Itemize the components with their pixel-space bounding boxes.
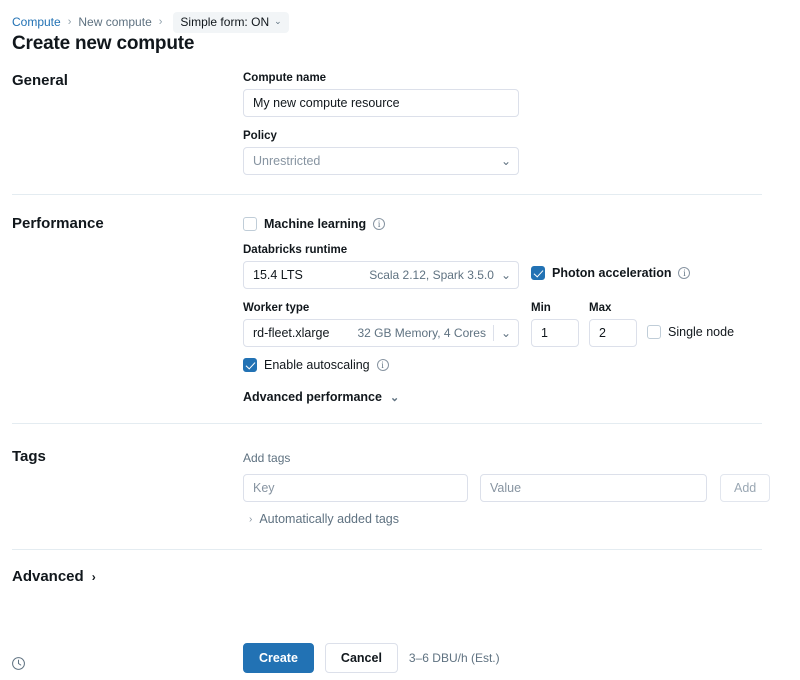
enable-autoscaling-label: Enable autoscaling [264, 358, 370, 372]
create-compute-page: Compute › New compute › Simple form: ON … [0, 0, 800, 680]
dbu-estimate: 3–6 DBU/h (Est.) [409, 651, 500, 665]
tag-value-input[interactable] [480, 474, 707, 502]
clock-icon [11, 656, 26, 671]
worker-type-label: Worker type [243, 302, 519, 314]
create-button[interactable]: Create [243, 643, 314, 673]
add-tags-label: Add tags [243, 451, 290, 465]
min-workers-label: Min [531, 302, 579, 314]
chevron-down-icon: ⌄ [501, 326, 511, 340]
enable-autoscaling-checkbox[interactable] [243, 358, 257, 372]
photon-acceleration-row: Photon acceleration i [531, 266, 690, 280]
section-title-tags: Tags [12, 448, 46, 465]
policy-label: Policy [243, 130, 519, 142]
footer-actions: Create Cancel 3–6 DBU/h (Est.) [243, 643, 500, 673]
divider-performance [12, 423, 762, 424]
worker-type-select[interactable]: rd-fleet.xlarge 32 GB Memory, 4 Cores ⌄ [243, 319, 519, 347]
single-node-label: Single node [668, 325, 734, 339]
cancel-button[interactable]: Cancel [325, 643, 398, 673]
machine-learning-checkbox[interactable] [243, 217, 257, 231]
simple-form-toggle[interactable]: Simple form: ON ⌄ [173, 12, 288, 33]
select-divider [493, 325, 494, 341]
chevron-down-icon: ⌄ [274, 16, 282, 27]
chevron-down-icon: ⌄ [390, 391, 399, 404]
compute-name-label: Compute name [243, 72, 519, 84]
info-icon[interactable]: i [373, 218, 385, 230]
chevron-down-icon: ⌄ [501, 154, 511, 168]
databricks-runtime-meta: Scala 2.12, Spark 3.5.0 [369, 268, 501, 282]
databricks-runtime-field: Databricks runtime 15.4 LTS Scala 2.12, … [243, 244, 519, 289]
breadcrumb-separator-1: › [68, 17, 72, 28]
history-clock-button[interactable] [0, 646, 36, 680]
simple-form-toggle-label: Simple form: ON [180, 15, 269, 29]
max-workers-input[interactable] [589, 319, 637, 347]
advanced-section-toggle[interactable]: Advanced › [12, 568, 96, 585]
compute-name-input[interactable] [243, 89, 519, 117]
min-workers-input[interactable] [531, 319, 579, 347]
section-title-performance: Performance [12, 215, 104, 232]
policy-field: Policy Unrestricted ⌄ [243, 130, 519, 175]
min-workers-field: Min [531, 302, 579, 347]
compute-name-field: Compute name [243, 72, 519, 117]
section-title-general: General [12, 72, 68, 89]
policy-select[interactable]: Unrestricted ⌄ [243, 147, 519, 175]
divider-general [12, 194, 762, 195]
worker-type-value: rd-fleet.xlarge [253, 326, 329, 340]
breadcrumb-item-new-compute[interactable]: New compute [78, 15, 151, 29]
worker-type-meta: 32 GB Memory, 4 Cores [357, 326, 492, 340]
chevron-right-icon: › [92, 570, 96, 584]
advanced-performance-label: Advanced performance [243, 390, 382, 404]
machine-learning-row: Machine learning i [243, 217, 385, 231]
info-icon[interactable]: i [377, 359, 389, 371]
databricks-runtime-select[interactable]: 15.4 LTS Scala 2.12, Spark 3.5.0 ⌄ [243, 261, 519, 289]
policy-select-value: Unrestricted [253, 154, 320, 168]
databricks-runtime-value: 15.4 LTS [253, 268, 303, 282]
databricks-runtime-label: Databricks runtime [243, 244, 519, 256]
add-tag-button[interactable]: Add [720, 474, 770, 502]
single-node-row: Single node [647, 325, 734, 339]
page-title: Create new compute [12, 33, 194, 55]
section-title-advanced: Advanced [12, 568, 84, 585]
divider-tags [12, 549, 762, 550]
breadcrumb-separator-2: › [159, 17, 163, 28]
chevron-right-icon: › [249, 514, 252, 525]
automatically-added-tags-toggle[interactable]: › Automatically added tags [249, 512, 399, 526]
automatically-added-tags-label: Automatically added tags [259, 512, 399, 526]
info-icon[interactable]: i [678, 267, 690, 279]
single-node-checkbox[interactable] [647, 325, 661, 339]
chevron-down-icon: ⌄ [501, 268, 511, 282]
tag-key-input[interactable] [243, 474, 468, 502]
machine-learning-label: Machine learning [264, 217, 366, 231]
breadcrumb: Compute › New compute › Simple form: ON … [12, 12, 289, 32]
advanced-performance-toggle[interactable]: Advanced performance ⌄ [243, 390, 399, 404]
max-workers-field: Max [589, 302, 637, 347]
worker-type-field: Worker type rd-fleet.xlarge 32 GB Memory… [243, 302, 519, 347]
enable-autoscaling-row: Enable autoscaling i [243, 358, 389, 372]
breadcrumb-item-compute[interactable]: Compute [12, 15, 61, 29]
photon-acceleration-checkbox[interactable] [531, 266, 545, 280]
photon-acceleration-label: Photon acceleration [552, 266, 671, 280]
max-workers-label: Max [589, 302, 637, 314]
